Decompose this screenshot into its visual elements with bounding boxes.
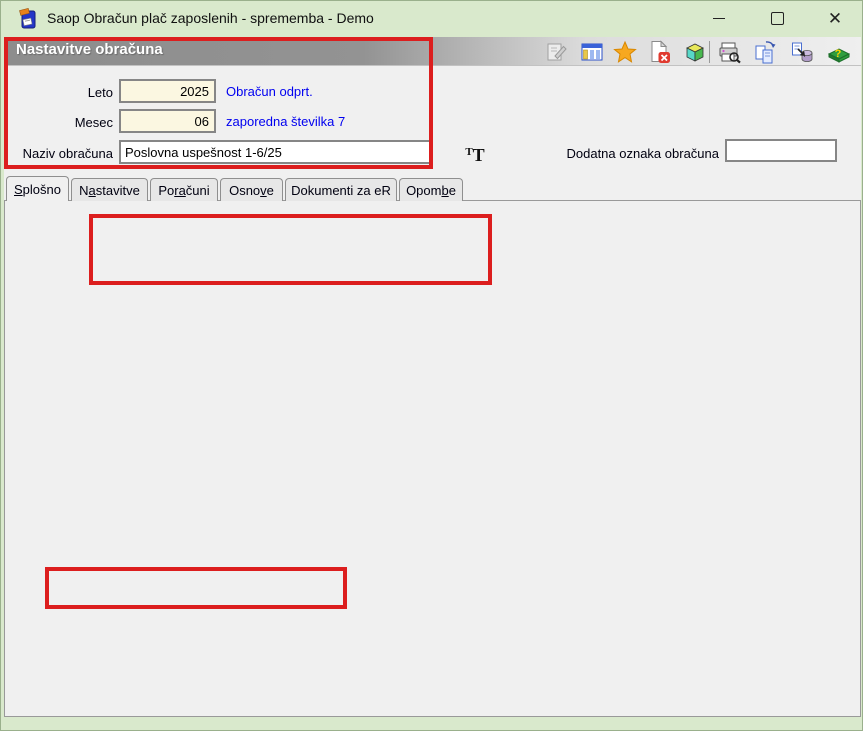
leto-field[interactable]: 2025: [119, 79, 216, 103]
naziv-obracuna-field[interactable]: Poslovna uspešnost 1-6/25: [119, 140, 431, 164]
tab-label: Osnove: [229, 182, 274, 198]
minimize-button[interactable]: [696, 3, 742, 34]
cube-3d-icon: [686, 43, 704, 62]
toolbar-help-button[interactable]: ?: [826, 39, 852, 65]
window-titlebar: Saop Obračun plač zaposlenih - sprememba…: [1, 1, 862, 37]
export-data-icon: [792, 42, 813, 62]
font-icon: T: [465, 146, 473, 158]
toolbar-edit-button[interactable]: [544, 39, 570, 65]
edit-icon: [547, 43, 567, 61]
tab-splosno[interactable]: Splošno: [6, 176, 69, 201]
toolbar-print-preview-button[interactable]: [716, 39, 742, 65]
toolbar-separator: [709, 41, 710, 63]
leto-label: Leto: [87, 85, 113, 100]
tab-content-panel: [4, 200, 861, 717]
favorites-star-icon: [613, 40, 637, 63]
close-icon: ✕: [827, 9, 843, 28]
header-title: Nastavitve obračuna: [16, 41, 163, 58]
tab-label: Opombe: [406, 182, 456, 198]
mesec-field[interactable]: 06: [119, 109, 216, 133]
copy-documents-icon: [755, 41, 776, 64]
tab-poracuni[interactable]: Poračuni: [150, 178, 218, 201]
toolbar-copy-documents-button[interactable]: [752, 39, 778, 65]
toolbar-delete-document-button[interactable]: [647, 39, 673, 65]
tab-osnove[interactable]: Osnove: [220, 178, 283, 201]
toolbar-export-data-button[interactable]: [789, 39, 815, 65]
font-icon-big: T: [472, 145, 485, 165]
help-book-icon: ?: [827, 48, 851, 63]
print-preview-icon: [719, 42, 741, 64]
delete-document-icon: [651, 40, 670, 63]
window-bottom-border: [1, 717, 862, 730]
app-icon: [19, 8, 36, 29]
tab-label: Poračuni: [158, 182, 210, 198]
font-button[interactable]: TT: [461, 140, 489, 164]
toolbar-form-properties-button[interactable]: [579, 39, 605, 65]
toolbar-favorites-button[interactable]: [612, 39, 638, 65]
mesec-label: Mesec: [74, 115, 113, 130]
naziv-obracuna-label: Naziv obračuna: [22, 146, 113, 161]
tab-dokumenti-za-er[interactable]: Dokumenti za eR: [285, 178, 397, 201]
maximize-icon: [770, 12, 784, 25]
minimize-icon: [713, 18, 725, 19]
form-properties-icon: [581, 43, 603, 61]
application-window: Saop Obračun plač zaposlenih - sprememba…: [0, 0, 863, 731]
close-button[interactable]: ✕: [812, 3, 858, 34]
tab-opombe[interactable]: Opombe: [399, 178, 463, 201]
tab-label: Nastavitve: [79, 182, 140, 198]
maximize-button[interactable]: [754, 3, 800, 34]
toolbar-cube-button[interactable]: [682, 39, 708, 65]
leto-status-text: Obračun odprt.: [226, 84, 313, 99]
dodatna-oznaka-field[interactable]: [725, 139, 837, 162]
tab-label: Dokumenti za eR: [291, 182, 391, 198]
dodatna-oznaka-label: Dodatna oznaka obračuna: [566, 146, 719, 161]
window-title: Saop Obračun plač zaposlenih - sprememba…: [47, 10, 374, 26]
tab-label: Splošno: [14, 181, 61, 197]
mesec-status-text: zaporedna številka 7: [226, 114, 346, 129]
svg-text:?: ?: [835, 48, 842, 60]
tab-nastavitve[interactable]: Nastavitve: [71, 178, 148, 201]
